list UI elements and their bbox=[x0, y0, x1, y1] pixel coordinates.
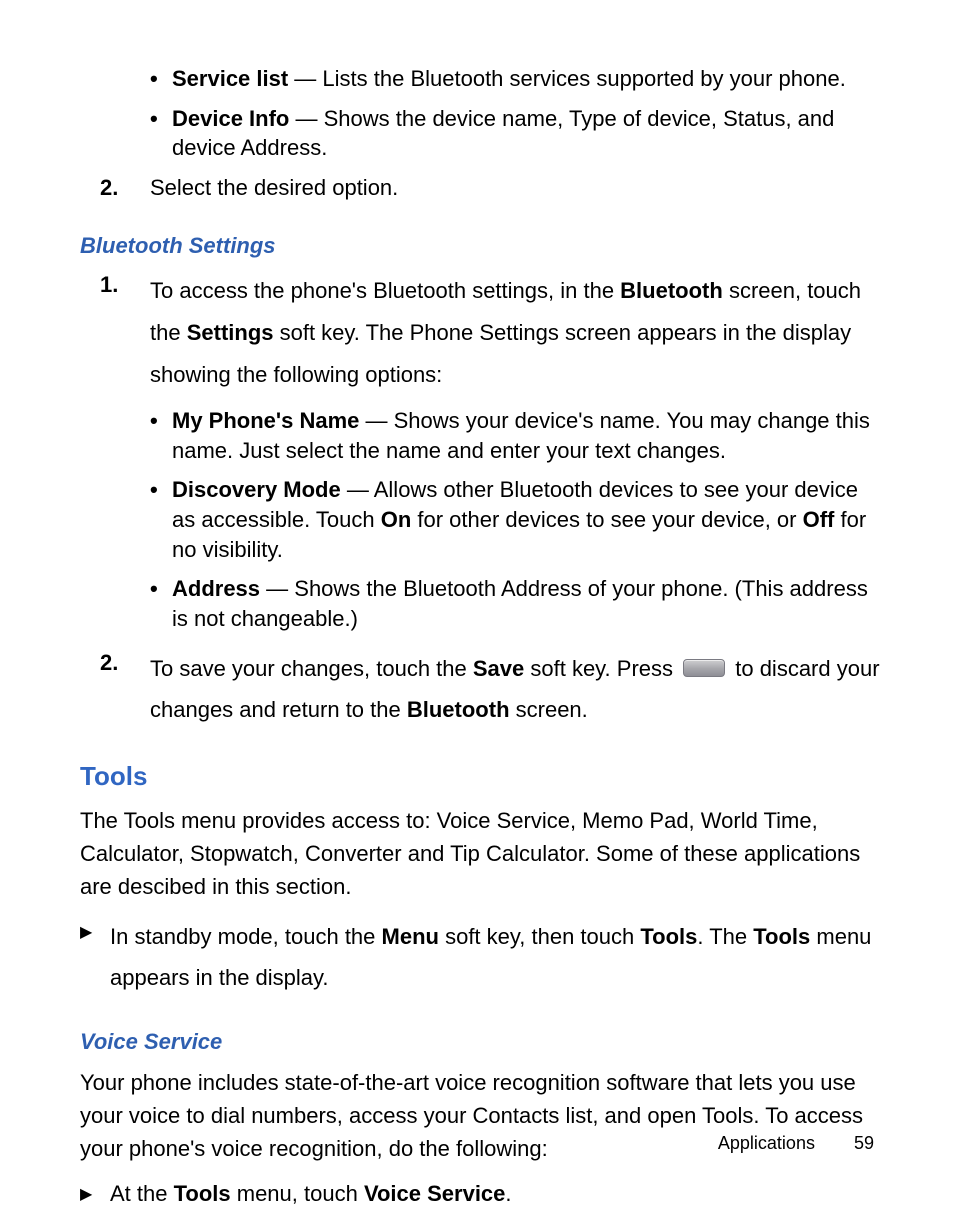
text: At the bbox=[110, 1181, 174, 1206]
bold-term: Tools bbox=[640, 924, 697, 949]
bold-term: Bluetooth bbox=[407, 697, 510, 722]
subsection-heading: Bluetooth Settings bbox=[80, 231, 884, 261]
step-number: 1. bbox=[100, 270, 150, 300]
term-label: Service list bbox=[172, 66, 288, 91]
term-label: Discovery Mode bbox=[172, 477, 341, 502]
term-desc: — Shows the Bluetooth Address of your ph… bbox=[172, 576, 868, 631]
term-desc: — Lists the Bluetooth services supported… bbox=[288, 66, 846, 91]
bullet-icon: • bbox=[150, 406, 172, 436]
text: screen. bbox=[510, 697, 588, 722]
text: To save your changes, touch the bbox=[150, 656, 473, 681]
list-item-text: My Phone's Name — Shows your device's na… bbox=[172, 406, 884, 465]
text: . The bbox=[697, 924, 753, 949]
bold-term: On bbox=[381, 507, 412, 532]
bold-term: Menu bbox=[382, 924, 439, 949]
step-number: 2. bbox=[100, 648, 150, 678]
subsection-heading: Voice Service bbox=[80, 1027, 884, 1057]
list-item-text: Service list — Lists the Bluetooth servi… bbox=[172, 64, 884, 94]
page-footer: Applications 59 bbox=[718, 1131, 874, 1155]
text: . bbox=[505, 1181, 511, 1206]
list-item: • Address — Shows the Bluetooth Address … bbox=[80, 574, 884, 633]
numbered-step: 2. Select the desired option. bbox=[80, 173, 884, 203]
arrow-icon: ▶ bbox=[80, 917, 110, 944]
list-item-text: Address — Shows the Bluetooth Address of… bbox=[172, 574, 884, 633]
text: To access the phone's Bluetooth settings… bbox=[150, 278, 620, 303]
bold-term: Settings bbox=[187, 320, 274, 345]
term-label: My Phone's Name bbox=[172, 408, 359, 433]
bold-term: Off bbox=[803, 507, 835, 532]
step-number: 2. bbox=[100, 173, 150, 203]
list-item: • Device Info — Shows the device name, T… bbox=[80, 104, 884, 163]
text: In standby mode, touch the bbox=[110, 924, 382, 949]
step-text: To access the phone's Bluetooth settings… bbox=[150, 270, 884, 395]
term-label: Device Info bbox=[172, 106, 289, 131]
bullet-icon: • bbox=[150, 104, 172, 134]
numbered-step: 2. To save your changes, touch the Save … bbox=[80, 648, 884, 732]
paragraph: The Tools menu provides access to: Voice… bbox=[80, 804, 884, 903]
numbered-step: 1. To access the phone's Bluetooth setti… bbox=[80, 270, 884, 395]
step-text: Select the desired option. bbox=[150, 173, 884, 203]
document-page: • Service list — Lists the Bluetooth ser… bbox=[0, 0, 954, 1209]
list-item: • My Phone's Name — Shows your device's … bbox=[80, 406, 884, 465]
bold-term: Save bbox=[473, 656, 524, 681]
bullet-icon: • bbox=[150, 475, 172, 505]
term-label: Address bbox=[172, 576, 260, 601]
bullet-icon: • bbox=[150, 64, 172, 94]
section-heading: Tools bbox=[80, 759, 884, 794]
bold-term: Bluetooth bbox=[620, 278, 723, 303]
text: for other devices to see your device, or bbox=[411, 507, 802, 532]
pointer-step: ▶ In standby mode, touch the Menu soft k… bbox=[80, 917, 884, 998]
footer-section: Applications bbox=[718, 1133, 815, 1153]
text: soft key, then touch bbox=[439, 924, 640, 949]
text: soft key. Press bbox=[524, 656, 679, 681]
bold-term: Tools bbox=[753, 924, 810, 949]
list-item: • Service list — Lists the Bluetooth ser… bbox=[80, 64, 884, 94]
bold-term: Tools bbox=[174, 1181, 231, 1206]
page-number: 59 bbox=[854, 1131, 874, 1155]
text: menu, touch bbox=[231, 1181, 364, 1206]
step-text: At the Tools menu, touch Voice Service. bbox=[110, 1179, 884, 1209]
pointer-step: ▶ At the Tools menu, touch Voice Service… bbox=[80, 1179, 884, 1209]
bullet-icon: • bbox=[150, 574, 172, 604]
arrow-icon: ▶ bbox=[80, 1179, 110, 1206]
step-text: In standby mode, touch the Menu soft key… bbox=[110, 917, 884, 998]
list-item-text: Discovery Mode — Allows other Bluetooth … bbox=[172, 475, 884, 564]
hardware-key-icon bbox=[683, 659, 725, 677]
step-text: To save your changes, touch the Save sof… bbox=[150, 648, 884, 732]
list-item-text: Device Info — Shows the device name, Typ… bbox=[172, 104, 884, 163]
bold-term: Voice Service bbox=[364, 1181, 505, 1206]
list-item: • Discovery Mode — Allows other Bluetoot… bbox=[80, 475, 884, 564]
